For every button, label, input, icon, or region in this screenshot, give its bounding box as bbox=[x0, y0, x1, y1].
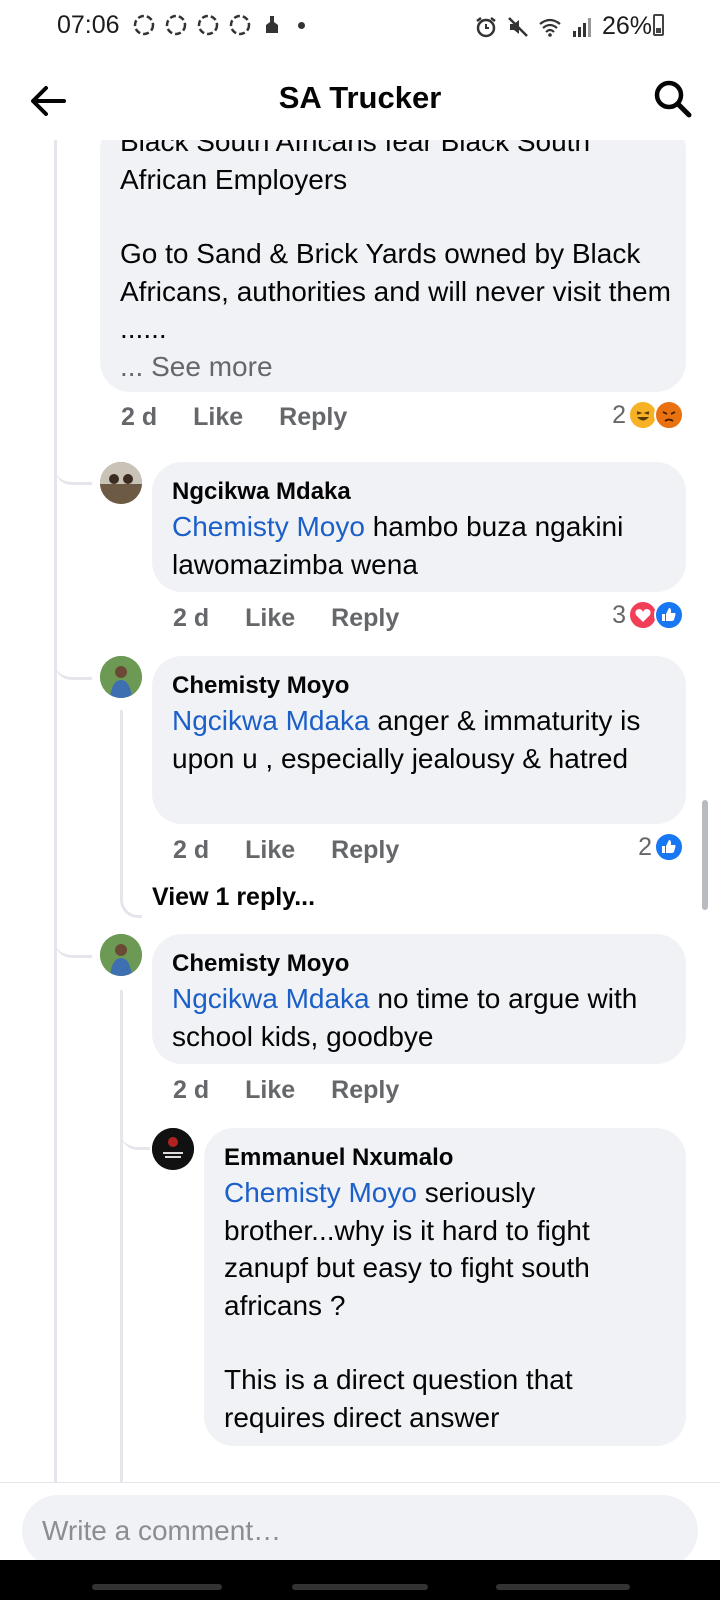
status-time: 07:06 bbox=[57, 11, 120, 39]
search-button[interactable] bbox=[650, 76, 696, 122]
angry-reaction-icon bbox=[654, 400, 684, 430]
reaction-count: 2 bbox=[638, 832, 652, 861]
page-title: SA Trucker bbox=[278, 80, 442, 115]
mention-link[interactable]: Chemisty Moyo bbox=[172, 511, 365, 542]
app-notification-icon bbox=[266, 16, 278, 33]
mention-link[interactable]: Ngcikwa Mdaka bbox=[172, 983, 370, 1014]
page-header: SA Trucker bbox=[0, 60, 720, 140]
system-icons: 26% bbox=[474, 12, 652, 41]
reply-button[interactable]: Reply bbox=[331, 836, 399, 865]
like-button[interactable]: Like bbox=[245, 836, 295, 865]
avatar[interactable] bbox=[152, 1128, 194, 1170]
reply-thread-connector bbox=[120, 1110, 150, 1150]
comment-bubble[interactable]: Chemisty Moyo Ngcikwa Mdaka anger & imma… bbox=[152, 656, 686, 824]
comment-input[interactable] bbox=[22, 1495, 698, 1567]
comment-actions: 2 d Like Reply bbox=[173, 604, 435, 633]
avatar[interactable] bbox=[100, 462, 142, 504]
comment-actions: 2 d Like Reply bbox=[173, 836, 435, 865]
home-button[interactable] bbox=[292, 1584, 428, 1590]
reaction-count: 3 bbox=[612, 600, 626, 629]
comment-time: 2 d bbox=[173, 604, 210, 632]
like-button[interactable]: Like bbox=[245, 1076, 295, 1105]
comment-bubble[interactable]: Black South Africans fear Black South Af… bbox=[100, 140, 686, 392]
comment-bubble[interactable]: Chemisty Moyo Ngcikwa Mdaka no time to a… bbox=[152, 934, 686, 1064]
search-icon bbox=[654, 80, 692, 118]
back-nav-button[interactable] bbox=[496, 1584, 630, 1590]
comment-author[interactable]: Ngcikwa Mdaka bbox=[172, 478, 351, 506]
mention-link[interactable]: Chemisty Moyo bbox=[224, 1177, 417, 1208]
thread-connector bbox=[54, 445, 92, 485]
app-notification-icon bbox=[133, 14, 155, 36]
recents-button[interactable] bbox=[92, 1584, 222, 1590]
status-bar: 07:06 26% bbox=[0, 0, 720, 52]
comment-time: 2 d bbox=[173, 1076, 210, 1104]
mention-link[interactable]: Ngcikwa Mdaka bbox=[172, 705, 370, 736]
like-button[interactable]: Like bbox=[245, 604, 295, 633]
signal-icon bbox=[572, 17, 591, 37]
app-notification-icon bbox=[197, 14, 219, 36]
comment-bubble[interactable]: Ngcikwa Mdaka Chemisty Moyo hambo buza n… bbox=[152, 462, 686, 592]
avatar[interactable] bbox=[100, 656, 142, 698]
comment-actions: 2 d Like Reply bbox=[121, 403, 383, 432]
thread-line bbox=[54, 140, 57, 1482]
scrollbar-thumb[interactable] bbox=[702, 800, 708, 910]
comment-bubble[interactable]: Emmanuel Nxumalo Chemisty Moyo seriously… bbox=[204, 1128, 686, 1446]
system-nav-bar bbox=[0, 1560, 720, 1600]
reply-thread-connector bbox=[120, 710, 142, 918]
see-more-link[interactable]: ... See more bbox=[120, 348, 676, 386]
comment-time: 2 d bbox=[121, 403, 158, 431]
like-reaction-icon bbox=[654, 600, 684, 630]
comment-text: Black South Africans fear Black South Af… bbox=[120, 140, 676, 386]
reply-button[interactable]: Reply bbox=[331, 604, 399, 633]
view-replies-link[interactable]: View 1 reply... bbox=[152, 883, 315, 912]
notification-icons bbox=[132, 13, 305, 37]
comment-actions: 2 d Like Reply bbox=[173, 1076, 435, 1105]
reaction-count: 2 bbox=[612, 400, 626, 429]
app-notification-icon bbox=[229, 14, 251, 36]
like-reaction-icon bbox=[654, 832, 684, 862]
reply-thread-line bbox=[120, 990, 123, 1482]
comment-text: Ngcikwa Mdaka anger & immaturity is upon… bbox=[172, 705, 641, 774]
comment-time: 2 d bbox=[173, 836, 210, 864]
comment-author[interactable]: Chemisty Moyo bbox=[172, 672, 349, 700]
wifi-icon bbox=[539, 18, 561, 37]
comment-text: Chemisty Moyo hambo buza ngakini lawomaz… bbox=[172, 511, 624, 580]
battery-icon bbox=[653, 14, 664, 36]
reaction-summary[interactable]: 3 bbox=[612, 600, 684, 630]
reaction-summary[interactable]: 2 bbox=[612, 400, 684, 430]
thread-connector bbox=[54, 918, 92, 958]
reply-button[interactable]: Reply bbox=[331, 1076, 399, 1105]
battery-percent: 26% bbox=[601, 12, 652, 40]
comment-author[interactable]: Emmanuel Nxumalo bbox=[224, 1144, 453, 1172]
reaction-summary[interactable]: 2 bbox=[638, 832, 684, 862]
like-button[interactable]: Like bbox=[193, 403, 243, 432]
app-notification-icon bbox=[165, 14, 187, 36]
more-notifications-dot bbox=[298, 21, 305, 29]
alarm-icon bbox=[476, 16, 496, 37]
reply-button[interactable]: Reply bbox=[279, 403, 347, 432]
thread-connector bbox=[54, 640, 92, 680]
mute-icon bbox=[508, 16, 528, 37]
comment-text: Ngcikwa Mdaka no time to argue with scho… bbox=[172, 983, 638, 1052]
avatar[interactable] bbox=[100, 934, 142, 976]
comment-text: Chemisty Moyo seriously brother...why is… bbox=[224, 1177, 590, 1433]
comment-author[interactable]: Chemisty Moyo bbox=[172, 950, 349, 978]
